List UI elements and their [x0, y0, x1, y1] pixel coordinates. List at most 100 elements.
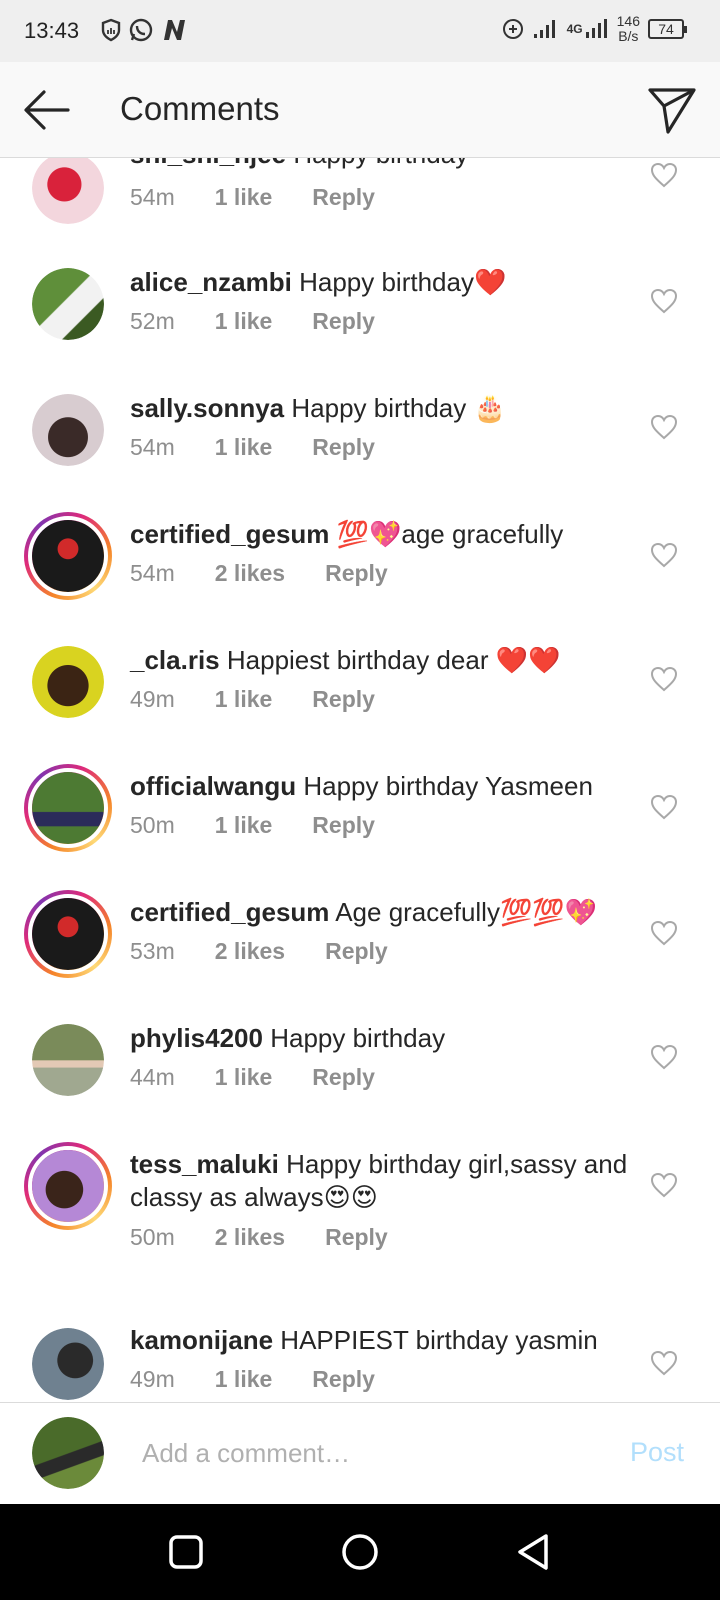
heart-icon[interactable] [650, 920, 678, 946]
comment-text: shi_shi_njee Happy birthday [130, 158, 630, 171]
comment-meta: 49m 1 like Reply [130, 686, 415, 713]
comment-text: phylis4200 Happy birthday [130, 1022, 630, 1055]
comment-body: Happy birthday [293, 158, 468, 169]
comment-time: 49m [130, 1366, 175, 1392]
reply-button[interactable]: Reply [325, 938, 388, 965]
avatar[interactable] [32, 1024, 104, 1096]
heart-icon[interactable] [650, 162, 678, 188]
comment-username[interactable]: kamonijane [130, 1325, 273, 1355]
avatar[interactable] [24, 512, 112, 600]
reply-button[interactable]: Reply [325, 1224, 388, 1251]
reply-button[interactable]: Reply [312, 1366, 375, 1393]
comment-username[interactable]: certified_gesum [130, 897, 329, 927]
reply-button[interactable]: Reply [312, 686, 375, 713]
heart-icon[interactable] [650, 1044, 678, 1070]
header: Comments [0, 62, 720, 158]
comment-text: certified_gesum 💯💖age gracefully [130, 518, 630, 551]
home-circle-icon[interactable] [340, 1532, 380, 1572]
reply-button[interactable]: Reply [312, 308, 375, 335]
heart-icon[interactable] [650, 288, 678, 314]
heart-icon[interactable] [650, 414, 678, 440]
comment-username[interactable]: tess_maluki [130, 1149, 279, 1179]
comment-likes[interactable]: 1 like [215, 812, 273, 839]
comments-list[interactable]: shi_shi_njee Happy birthday 54m 1 like R… [0, 158, 720, 1402]
heart-icon[interactable] [650, 542, 678, 568]
comment-time: 54m [130, 184, 175, 210]
heart-icon[interactable] [650, 666, 678, 692]
reply-button[interactable]: Reply [312, 434, 375, 461]
comment-likes[interactable]: 2 likes [215, 1224, 285, 1251]
comment-meta: 53m 2 likes Reply [130, 938, 428, 965]
comment-input[interactable] [142, 1433, 582, 1473]
avatar[interactable] [32, 646, 104, 718]
comment-text: officialwangu Happy birthday Yasmeen [130, 770, 630, 803]
avatar-image [32, 520, 104, 592]
comment-meta: 54m 1 like Reply [130, 184, 415, 211]
reply-button[interactable]: Reply [312, 812, 375, 839]
system-nav-bar [0, 1504, 720, 1600]
battery-indicator: 74 [648, 19, 687, 39]
reply-button[interactable]: Reply [325, 560, 388, 587]
comment-time: 52m [130, 308, 175, 334]
back-triangle-icon[interactable] [514, 1532, 554, 1572]
reply-button[interactable]: Reply [312, 1064, 375, 1091]
signal-icon [533, 20, 555, 38]
comment-username[interactable]: officialwangu [130, 771, 296, 801]
arrow-left-icon[interactable] [22, 88, 72, 132]
heart-icon[interactable] [650, 1350, 678, 1376]
avatar[interactable] [32, 268, 104, 340]
comment-time: 50m [130, 812, 175, 838]
comment-body: HAPPIEST birthday yasmin [280, 1325, 598, 1355]
comment-likes[interactable]: 1 like [215, 184, 273, 211]
comment-meta: 52m 1 like Reply [130, 308, 415, 335]
comment-likes[interactable]: 2 likes [215, 560, 285, 587]
comment-username[interactable]: certified_gesum [130, 519, 329, 549]
comment-body: Age gracefully💯💯💖 [335, 897, 598, 927]
avatar[interactable] [32, 158, 104, 224]
avatar-image [32, 646, 104, 718]
comment-time: 54m [130, 560, 175, 586]
avatar-image [32, 1328, 104, 1400]
comment-likes[interactable]: 1 like [215, 1064, 273, 1091]
comment-username[interactable]: phylis4200 [130, 1023, 263, 1053]
paper-plane-icon[interactable] [646, 84, 698, 136]
comment-meta: 54m 1 like Reply [130, 434, 415, 461]
avatar-image [32, 1417, 104, 1489]
comment-likes[interactable]: 1 like [215, 308, 273, 335]
reply-button[interactable]: Reply [312, 184, 375, 211]
heart-icon[interactable] [650, 1172, 678, 1198]
comment-body: Happy birthday Yasmeen [303, 771, 593, 801]
comment-text: alice_nzambi Happy birthday❤️ [130, 266, 630, 299]
post-button[interactable]: Post [630, 1437, 684, 1468]
comment-username[interactable]: sally.sonnya [130, 393, 284, 423]
comment-text: sally.sonnya Happy birthday 🎂 [130, 392, 630, 425]
avatar-image [32, 158, 104, 224]
heart-icon[interactable] [650, 794, 678, 820]
comment-likes[interactable]: 1 like [215, 686, 273, 713]
n-app-icon [164, 20, 185, 40]
comment-time: 49m [130, 686, 175, 712]
comment-meta: 50m 2 likes Reply [130, 1224, 428, 1251]
comment-username[interactable]: _cla.ris [130, 645, 220, 675]
comment-body: Happiest birthday dear ❤️❤️ [226, 645, 561, 675]
comment-time: 44m [130, 1064, 175, 1090]
comment-text: tess_maluki Happy birthday girl,sassy an… [130, 1148, 630, 1214]
avatar-image [32, 394, 104, 466]
avatar[interactable] [24, 1142, 112, 1230]
speed-value: 146 [616, 13, 640, 29]
speed-unit: B/s [618, 28, 639, 44]
avatar-image [32, 1024, 104, 1096]
recents-square-icon[interactable] [166, 1532, 206, 1572]
comment-username[interactable]: alice_nzambi [130, 267, 292, 297]
comment-likes[interactable]: 2 likes [215, 938, 285, 965]
avatar[interactable] [32, 1328, 104, 1400]
avatar[interactable] [24, 764, 112, 852]
comment-body: Happy birthday❤️ [299, 267, 507, 297]
avatar[interactable] [24, 890, 112, 978]
comment-likes[interactable]: 1 like [215, 434, 273, 461]
avatar[interactable] [32, 394, 104, 466]
comment-body: Happy birthday 🎂 [291, 393, 506, 423]
comment-username[interactable]: shi_shi_njee [130, 158, 286, 169]
shield-icon [101, 18, 121, 42]
comment-likes[interactable]: 1 like [215, 1366, 273, 1393]
